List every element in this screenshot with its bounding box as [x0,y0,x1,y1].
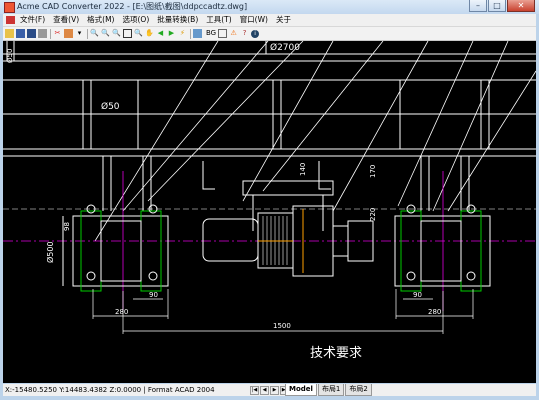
support-posts [102,156,470,231]
tech-requirements-label: 技术要求 [310,346,362,361]
minimize-button[interactable]: – [469,0,487,12]
menu-tools[interactable]: 工具(T) [206,14,231,26]
drawing-canvas[interactable]: Ø2700 Ø50 Ø50 140 170 220 Ø500 98 90 90 … [3,41,536,383]
menu-file[interactable]: 文件(F) [20,14,45,26]
zoom-in-icon[interactable]: 🔍 [101,29,110,38]
frame-lines [3,41,536,157]
menu-batch-convert[interactable]: 批量转换(B) [157,14,198,26]
right-bearing-assembly [394,204,491,292]
next-view-icon[interactable]: ▶ [167,29,176,38]
toolbar-separator [50,28,51,39]
status-bar: X:-15480.5250 Y:14483.4382 Z:0.0000 | Fo… [3,384,536,396]
dim-280-right: 280 [428,308,441,316]
bg-label: BG [206,29,217,37]
dim-98: 98 [63,222,71,231]
background-color-icon[interactable]: BG [204,29,216,38]
next-tab-icon[interactable]: ▶ [270,386,279,395]
pan-icon[interactable]: ✋ [145,29,154,38]
print-icon[interactable] [38,29,47,38]
info-icon[interactable]: i [251,29,260,38]
menu-bar: 文件(F) 查看(V) 格式(M) 选项(O) 批量转换(B) 工具(T) 窗口… [3,14,536,27]
lightning-icon[interactable]: ⚡ [178,29,187,38]
format-readout: Format ACAD 2004 [147,386,215,394]
batch-icon[interactable] [64,29,73,38]
first-tab-icon[interactable]: |◀ [250,386,259,395]
toolbar: ✂ ▾ 🔍 🔍 🔍 🔍 ✋ ◀ ▶ ⚡ BG ⚠ ? i [3,27,536,41]
document-icon[interactable] [6,16,15,24]
coords-readout: X:-15480.5250 Y:14483.4382 Z:0.0000 [5,386,142,394]
menu-options[interactable]: 选项(O) [122,14,149,26]
left-bearing-assembly [62,204,169,292]
menu-format[interactable]: 格式(M) [87,14,114,26]
title-bar: Acme CAD Converter 2022 - [E:\图纸\截图\ddpc… [0,0,539,14]
menu-view[interactable]: 查看(V) [53,14,79,26]
toolbar-separator [190,28,191,39]
menu-window[interactable]: 窗口(W) [240,14,268,26]
window-controls: – □ ✕ [468,0,535,12]
status-text: X:-15480.5250 Y:14483.4382 Z:0.0000 | Fo… [5,386,215,394]
help-icon[interactable]: ? [240,29,249,38]
tab-layout1[interactable]: 布局1 [317,384,345,396]
close-button[interactable]: ✕ [507,0,535,12]
dropdown-arrow-icon[interactable]: ▾ [75,29,84,38]
dim-220: 220 [369,208,377,221]
text-window-icon[interactable] [218,29,228,38]
tab-layout2[interactable]: 布局2 [345,384,372,396]
dim-50-mid: Ø50 [101,101,120,112]
zoom-realtime-icon[interactable]: 🔍 [90,29,99,38]
save-as-icon[interactable] [27,29,36,38]
app-icon [4,2,15,13]
save-icon[interactable] [16,29,25,38]
menu-about[interactable]: 关于 [276,14,291,26]
window-title: Acme CAD Converter 2022 - [E:\图纸\截图\ddpc… [17,2,248,11]
maximize-button[interactable]: □ [488,0,506,12]
toolbar-separator [87,28,88,39]
dim-2700: Ø2700 [270,42,300,53]
dim-140: 140 [299,163,307,176]
zoom-window-icon[interactable] [123,29,132,38]
dim-50-top: Ø50 [6,49,14,63]
tab-nav: |◀ ◀ ▶ ▶| [250,386,290,395]
zoom-out-icon[interactable]: 🔍 [112,29,121,38]
convert-icon[interactable]: ✂ [53,29,62,38]
layers-icon[interactable] [193,29,202,38]
dim-170: 170 [369,165,377,178]
dim-500: Ø500 [45,241,55,263]
zoom-extents-icon[interactable]: 🔍 [134,29,143,38]
layout-tabs: Model 布局1 布局2 [285,384,373,396]
warning-icon[interactable]: ⚠ [229,29,238,38]
tab-model[interactable]: Model [285,384,317,396]
prev-tab-icon[interactable]: ◀ [260,386,269,395]
previous-view-icon[interactable]: ◀ [156,29,165,38]
dim-90-right: 90 [413,291,422,299]
open-folder-icon[interactable] [5,29,14,38]
dim-1500: 1500 [273,322,291,330]
dim-90-left: 90 [149,291,158,299]
dim-280-left: 280 [115,308,128,316]
